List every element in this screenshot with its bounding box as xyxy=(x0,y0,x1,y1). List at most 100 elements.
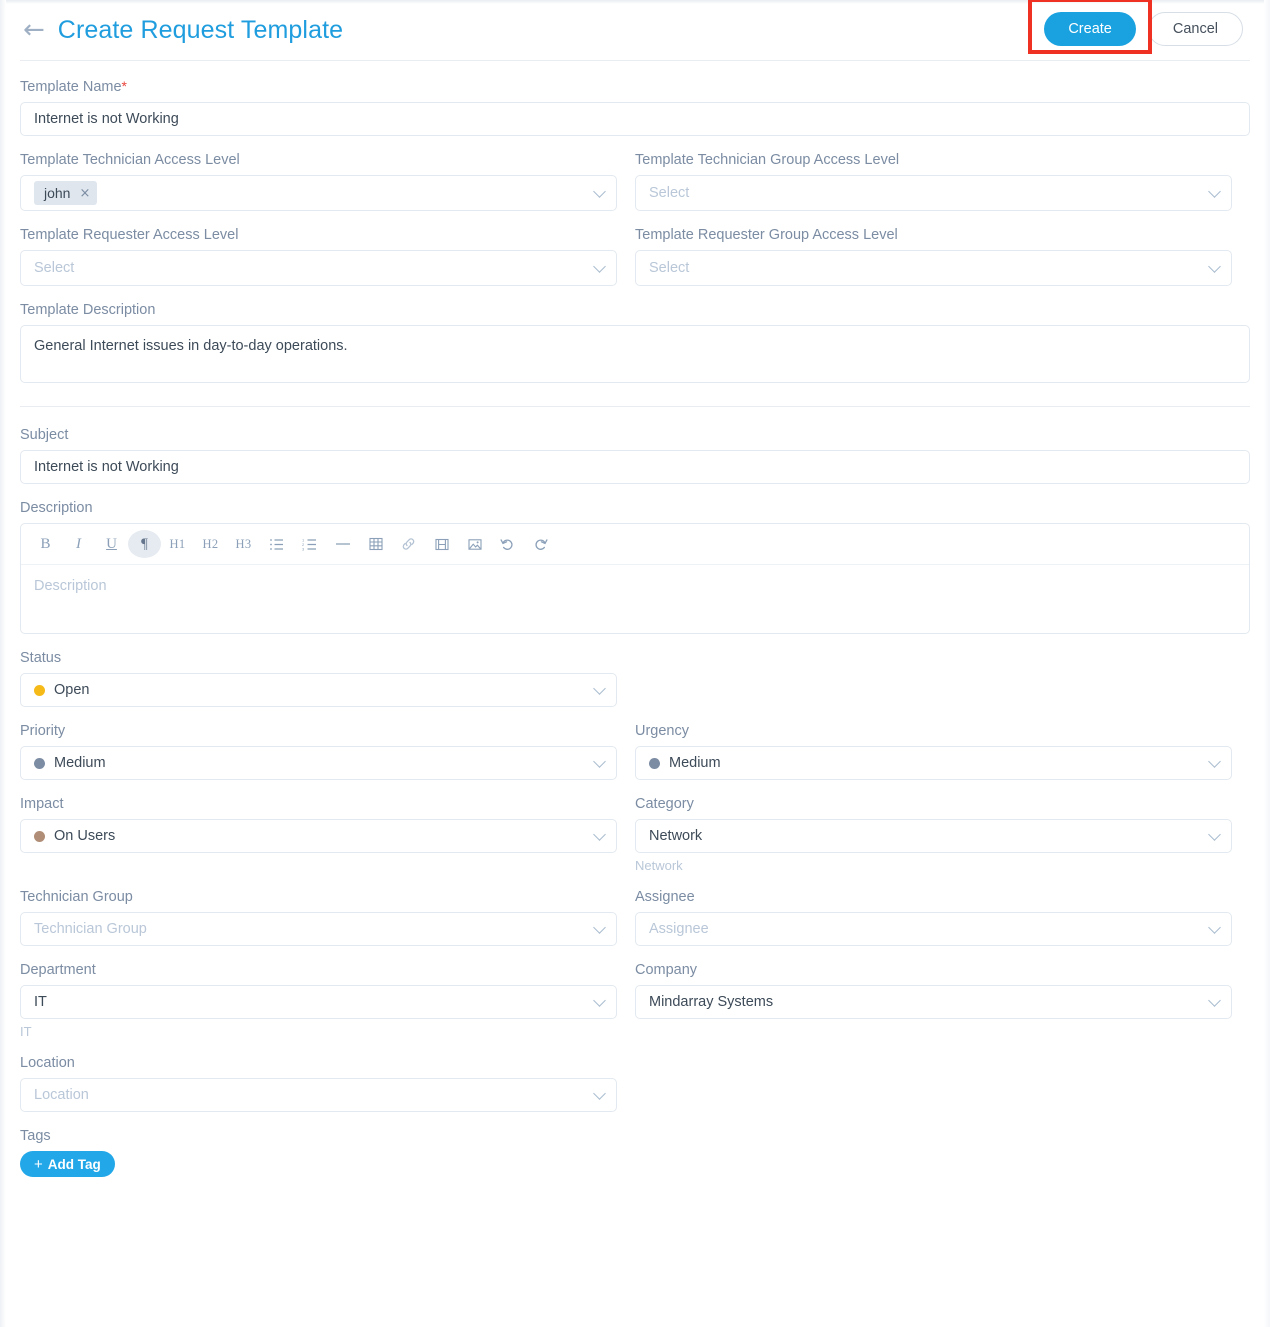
requester-group-access-placeholder: Select xyxy=(649,260,690,276)
template-name-input[interactable]: Internet is not Working xyxy=(20,102,1250,136)
department-company-row: Department IT IT Company Mindarray Syste… xyxy=(20,962,1250,1055)
heading-1-icon[interactable]: H1 xyxy=(161,530,194,558)
impact-color-dot xyxy=(34,830,45,842)
department-select[interactable]: IT xyxy=(20,985,617,1019)
required-asterisk: * xyxy=(121,78,127,94)
impact-select[interactable]: On Users xyxy=(20,819,617,853)
location-placeholder: Location xyxy=(34,1087,89,1103)
field-requester-access-level: Template Requester Access Level Select xyxy=(20,227,617,286)
technician-group-access-select[interactable]: Select xyxy=(635,175,1232,211)
priority-label: Priority xyxy=(20,723,66,739)
company-select[interactable]: Mindarray Systems xyxy=(635,985,1232,1019)
department-label: Department xyxy=(20,962,96,978)
template-description-textarea[interactable]: General Internet issues in day-to-day op… xyxy=(20,325,1250,383)
field-assignee: Assignee Assignee xyxy=(635,889,1232,946)
cancel-button[interactable]: Cancel xyxy=(1147,12,1243,46)
status-row-spacer xyxy=(635,650,1232,723)
assignee-select[interactable]: Assignee xyxy=(635,912,1232,946)
heading-2-icon[interactable]: H2 xyxy=(194,530,227,558)
undo-icon[interactable] xyxy=(491,530,524,558)
tags-label: Tags xyxy=(20,1128,51,1144)
selected-chip-john[interactable]: john × xyxy=(34,181,98,205)
chevron-down-icon xyxy=(1208,755,1221,768)
underline-icon[interactable]: U xyxy=(95,530,128,558)
create-button[interactable]: Create xyxy=(1044,12,1136,46)
field-technician-group: Technician Group Technician Group xyxy=(20,889,617,946)
chevron-down-icon xyxy=(593,994,606,1007)
chevron-down-icon xyxy=(593,260,606,273)
location-label: Location xyxy=(20,1055,75,1071)
requester-access-select[interactable]: Select xyxy=(20,250,617,286)
template-description-label: Template Description xyxy=(20,302,156,318)
impact-category-row: Impact On Users Category Network Network xyxy=(20,796,1250,889)
bullet-list-icon[interactable] xyxy=(260,530,293,558)
field-location: Location Location xyxy=(20,1055,617,1112)
requester-group-access-label: Template Requester Group Access Level xyxy=(635,227,898,243)
assignee-label: Assignee xyxy=(635,889,695,905)
horizontal-rule-icon[interactable] xyxy=(326,530,359,558)
category-helper-text: Network xyxy=(635,858,683,873)
video-icon[interactable] xyxy=(425,530,458,558)
access-level-row-1: Template Technician Access Level john × … xyxy=(20,152,1250,227)
status-color-dot xyxy=(34,684,45,696)
category-label: Category xyxy=(635,796,694,812)
chip-remove-icon[interactable]: × xyxy=(79,186,90,201)
chevron-down-icon xyxy=(593,828,606,841)
description-editor: B I U ¶ H1 H2 H3 1 2 3 Description xyxy=(20,523,1250,634)
technician-group-label: Technician Group xyxy=(20,889,133,905)
priority-color-dot xyxy=(34,757,45,769)
subject-label: Subject xyxy=(20,427,69,443)
chevron-down-icon xyxy=(1208,185,1221,198)
location-select[interactable]: Location xyxy=(20,1078,617,1112)
requester-group-access-select[interactable]: Select xyxy=(635,250,1232,286)
company-label: Company xyxy=(635,962,698,978)
priority-select[interactable]: Medium xyxy=(20,746,617,780)
technician-group-select[interactable]: Technician Group xyxy=(20,912,617,946)
urgency-select[interactable]: Medium xyxy=(635,746,1232,780)
create-button-wrapper: Create xyxy=(1028,0,1153,54)
redo-icon[interactable] xyxy=(524,530,557,558)
field-urgency: Urgency Medium xyxy=(635,723,1232,780)
italic-icon[interactable]: I xyxy=(62,530,95,558)
technician-access-select[interactable]: john × xyxy=(20,175,617,211)
field-tags: Tags + Add Tag xyxy=(20,1128,1250,1177)
status-value: Open xyxy=(54,682,90,698)
field-company: Company Mindarray Systems xyxy=(635,962,1232,1039)
bold-icon[interactable]: B xyxy=(29,530,62,558)
svg-text:3: 3 xyxy=(302,546,305,550)
numbered-list-icon[interactable]: 1 2 3 xyxy=(293,530,326,558)
link-icon[interactable] xyxy=(392,530,425,558)
page-left-edge xyxy=(0,0,6,1327)
field-impact: Impact On Users xyxy=(20,796,617,873)
add-tag-button[interactable]: + Add Tag xyxy=(20,1151,115,1177)
image-icon[interactable] xyxy=(458,530,491,558)
location-row: Location Location xyxy=(20,1055,1250,1128)
field-description: Description B I U ¶ H1 H2 H3 1 2 3 Descr… xyxy=(20,500,1250,634)
urgency-color-dot xyxy=(649,757,660,769)
paragraph-icon[interactable]: ¶ xyxy=(128,530,161,558)
urgency-label: Urgency xyxy=(635,723,689,739)
create-request-template-page: ← Create Request Template Create Cancel … xyxy=(0,0,1270,1327)
priority-value: Medium xyxy=(54,755,106,771)
template-name-label: Template Name* xyxy=(20,78,127,95)
access-level-row-2: Template Requester Access Level Select T… xyxy=(20,227,1250,302)
category-select[interactable]: Network xyxy=(635,819,1232,853)
table-icon[interactable] xyxy=(359,530,392,558)
technician-access-label: Template Technician Access Level xyxy=(20,152,240,168)
technician-assignee-row: Technician Group Technician Group Assign… xyxy=(20,889,1250,962)
chevron-down-icon xyxy=(593,755,606,768)
status-select[interactable]: Open xyxy=(20,673,617,707)
urgency-value: Medium xyxy=(669,755,721,771)
description-input[interactable]: Description xyxy=(21,565,1249,633)
heading-3-icon[interactable]: H3 xyxy=(227,530,260,558)
chevron-down-icon xyxy=(1208,260,1221,273)
chevron-down-icon xyxy=(593,1087,606,1100)
department-helper-text: IT xyxy=(20,1024,32,1039)
add-tag-label: Add Tag xyxy=(47,1156,101,1172)
subject-input[interactable]: Internet is not Working xyxy=(20,450,1250,484)
status-row: Status Open xyxy=(20,650,1250,723)
page-right-edge xyxy=(1264,0,1270,1327)
location-row-spacer xyxy=(635,1055,1232,1128)
field-template-description: Template Description General Internet is… xyxy=(20,302,1250,383)
arrow-left-icon[interactable]: ← xyxy=(23,17,45,43)
